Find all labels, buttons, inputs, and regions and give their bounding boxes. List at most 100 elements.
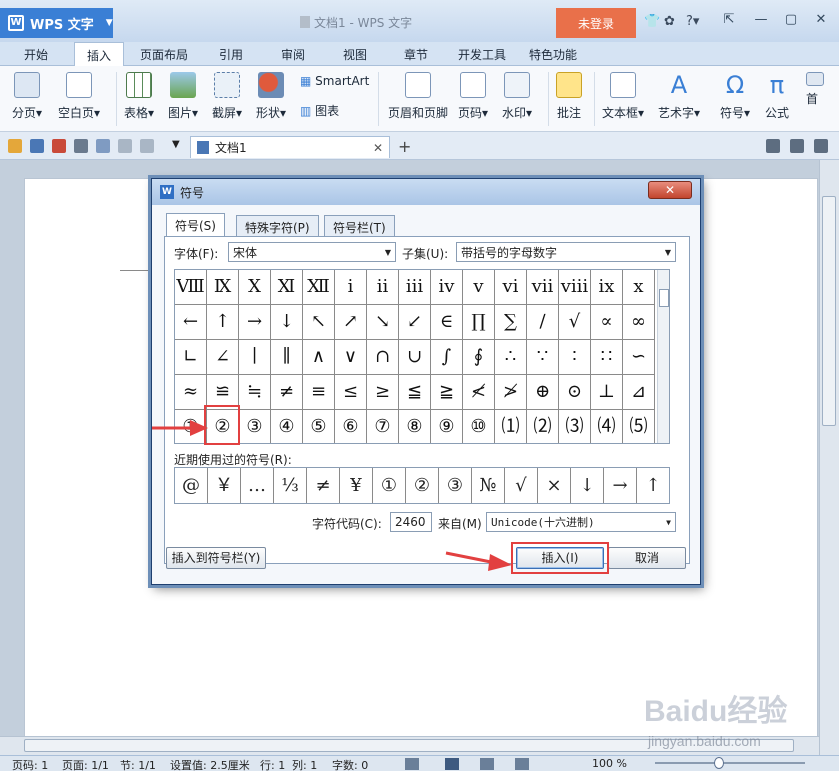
symbol-cell[interactable]: ≠ — [271, 375, 303, 410]
symbol-cell[interactable]: ≧ — [431, 375, 463, 410]
symbol-cell[interactable]: ⊿ — [623, 375, 655, 410]
symbol-cell[interactable]: ⅳ — [431, 270, 463, 305]
header-footer-button[interactable]: 页眉和页脚 — [388, 72, 448, 121]
recent-symbol-cell[interactable]: № — [472, 468, 505, 503]
picture-button[interactable]: 图片▾ — [168, 72, 198, 121]
recent-symbol-cell[interactable]: ¥ — [340, 468, 373, 503]
table-button[interactable]: 表格▾ — [124, 72, 154, 121]
symbol-cell[interactable]: ∧ — [303, 340, 335, 375]
document-tab[interactable]: 文档1 ✕ — [190, 136, 390, 158]
symbol-cell[interactable]: ⑴ — [495, 410, 527, 443]
symbol-cell[interactable]: ⑩ — [463, 410, 495, 443]
symbol-cell[interactable]: ∟ — [175, 340, 207, 375]
recent-symbol-cell[interactable]: √ — [505, 468, 538, 503]
symbol-cell[interactable]: ⑦ — [367, 410, 399, 443]
recent-symbol-cell[interactable]: → — [604, 468, 637, 503]
watermark-button[interactable]: 水印▾ — [502, 72, 532, 121]
symbol-cell[interactable]: ↑ — [207, 305, 239, 340]
symbol-cell[interactable]: ⑷ — [591, 410, 623, 443]
symbol-cell[interactable]: ⅲ — [399, 270, 431, 305]
fullscreen-icon[interactable]: ⇱ — [720, 12, 738, 28]
symbol-cell[interactable]: ⑤ — [303, 410, 335, 443]
feedback-icon[interactable]: ✿ — [664, 14, 675, 29]
tab-view[interactable]: 视图 — [343, 46, 367, 63]
symbol-cell[interactable]: ∨ — [335, 340, 367, 375]
undo-icon[interactable] — [118, 139, 132, 153]
symbol-cell[interactable]: ⑨ — [431, 410, 463, 443]
symbol-cell[interactable]: ≮ — [463, 375, 495, 410]
smartart-button[interactable]: ▦ SmartArt — [300, 74, 369, 88]
symbol-cell[interactable]: ∣ — [239, 340, 271, 375]
symbol-cell[interactable]: ≥ — [367, 375, 399, 410]
zoom-slider-handle[interactable] — [714, 757, 724, 769]
symbol-cell[interactable]: ⑵ — [527, 410, 559, 443]
symbol-cell[interactable]: ⑥ — [335, 410, 367, 443]
symbol-cell[interactable]: ≤ — [335, 375, 367, 410]
open-icon[interactable] — [8, 139, 22, 153]
symbol-cell[interactable]: ⅵ — [495, 270, 527, 305]
symbol-cell[interactable]: ← — [175, 305, 207, 340]
dialog-close-button[interactable]: ✕ — [648, 181, 692, 199]
tab-symbol-bar[interactable]: 符号栏(T) — [324, 215, 395, 237]
symbol-cell[interactable]: ↓ — [271, 305, 303, 340]
formula-button[interactable]: π 公式 — [764, 72, 790, 121]
symbol-cell[interactable]: ∵ — [527, 340, 559, 375]
from-select[interactable]: Unicode(十六进制) ▼ — [486, 512, 676, 532]
symbol-cell[interactable]: ⅶ — [527, 270, 559, 305]
symbol-cell[interactable]: ∝ — [591, 305, 623, 340]
print-preview-icon[interactable] — [96, 139, 110, 153]
symbol-cell[interactable]: ↗ — [335, 305, 367, 340]
symbol-cell[interactable]: ⅱ — [367, 270, 399, 305]
tab-chapter[interactable]: 章节 — [404, 46, 428, 63]
symbol-cell[interactable]: ⑧ — [399, 410, 431, 443]
recent-symbol-cell[interactable]: ↑ — [637, 468, 669, 503]
symbol-cell[interactable]: Ⅸ — [207, 270, 239, 305]
tab-special-characters[interactable]: 特殊字符(P) — [236, 215, 319, 237]
page-number-button[interactable]: 页码▾ — [458, 72, 488, 121]
tab-reference[interactable]: 引用 — [219, 46, 243, 63]
tab-developer[interactable]: 开发工具 — [458, 46, 506, 63]
screenshot-button[interactable]: 截屏▾ — [212, 72, 242, 121]
symbol-cell[interactable]: ⅷ — [559, 270, 591, 305]
symbol-cell[interactable]: ≈ — [175, 375, 207, 410]
new-tab-icon[interactable]: + — [398, 137, 411, 156]
symbol-cell[interactable]: ∶ — [559, 340, 591, 375]
symbol-cell[interactable]: ⊙ — [559, 375, 591, 410]
tab-features[interactable]: 特色功能 — [529, 46, 577, 63]
symbol-cell[interactable]: ∫ — [431, 340, 463, 375]
symbol-cell[interactable]: ⊕ — [527, 375, 559, 410]
maximize-button[interactable]: ▢ — [782, 12, 800, 28]
help-icon[interactable]: ?▾ — [686, 14, 699, 29]
recent-symbol-cell[interactable]: ↓ — [571, 468, 604, 503]
symbol-cell[interactable]: ∥ — [271, 340, 303, 375]
symbol-cell[interactable]: ∞ — [623, 305, 655, 340]
symbol-cell[interactable]: ≡ — [303, 375, 335, 410]
close-button[interactable]: ✕ — [812, 12, 830, 28]
symbol-cell[interactable]: ∈ — [431, 305, 463, 340]
recent-symbol-cell[interactable]: ￥ — [208, 468, 241, 503]
comment-button[interactable]: 批注 — [556, 72, 582, 121]
subset-select[interactable]: 带括号的字母数字 ▼ — [456, 242, 676, 262]
symbol-cell[interactable]: ≒ — [239, 375, 271, 410]
redo-icon[interactable] — [140, 139, 154, 153]
export-pdf-icon[interactable] — [52, 139, 66, 153]
tab-review[interactable]: 审阅 — [281, 46, 305, 63]
symbol-cell[interactable]: ∩ — [367, 340, 399, 375]
web-view-icon[interactable] — [515, 758, 529, 770]
symbol-cell[interactable]: ⑸ — [623, 410, 655, 443]
symbol-cell[interactable]: ⅸ — [591, 270, 623, 305]
symbol-cell[interactable]: ∷ — [591, 340, 623, 375]
outline-view-icon[interactable] — [480, 758, 494, 770]
symbol-cell[interactable]: → — [239, 305, 271, 340]
symbol-cell[interactable]: ⊥ — [591, 375, 623, 410]
more-button[interactable]: 首 — [806, 72, 824, 107]
symbol-cell[interactable]: Ⅺ — [271, 270, 303, 305]
symbol-cell[interactable]: ∮ — [463, 340, 495, 375]
login-button[interactable]: 未登录 — [556, 8, 636, 38]
read-mode-icon[interactable] — [766, 139, 780, 153]
recent-symbol-cell[interactable]: ⅓ — [274, 468, 307, 503]
recent-symbol-cell[interactable]: … — [241, 468, 274, 503]
print-layout-icon[interactable] — [445, 758, 459, 770]
recent-symbol-cell[interactable]: ① — [373, 468, 406, 503]
symbol-cell[interactable]: ∽ — [623, 340, 655, 375]
